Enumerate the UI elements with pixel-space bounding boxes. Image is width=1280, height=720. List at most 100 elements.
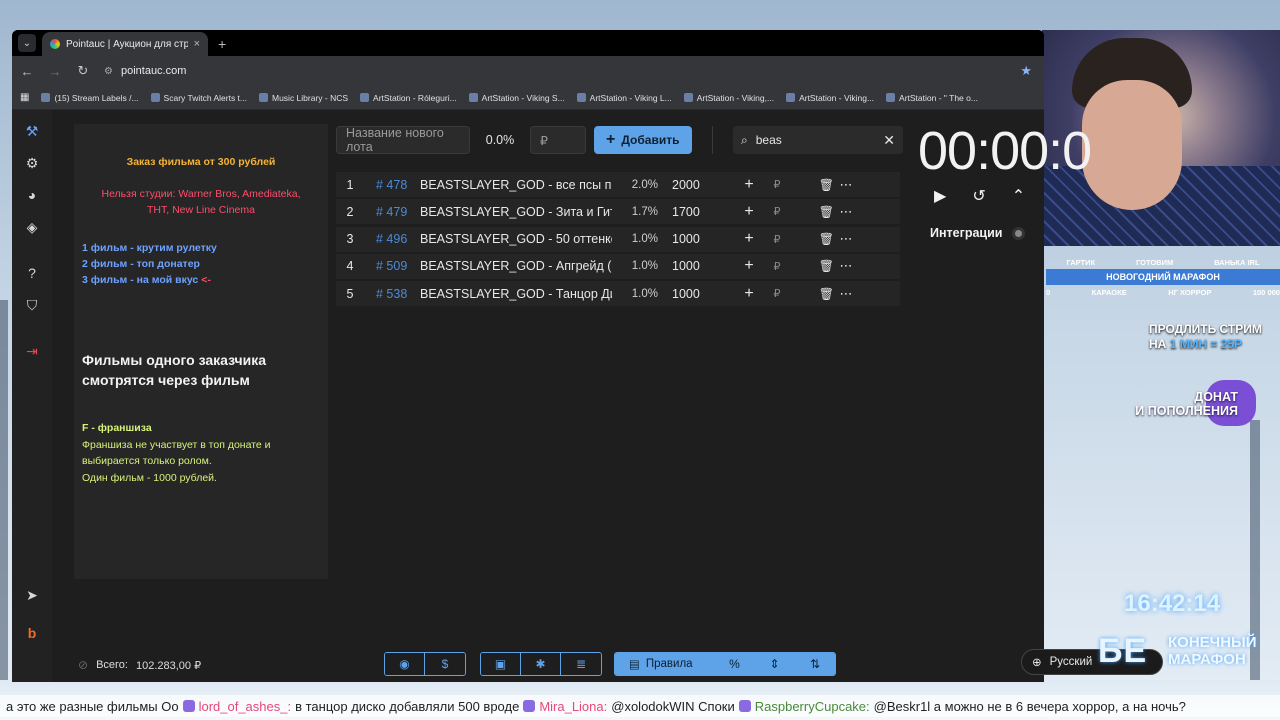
- stream-clock: 16:42:14: [1124, 590, 1221, 617]
- lot-name[interactable]: BEASTSLAYER_GOD - все псы по: [420, 178, 612, 192]
- more-icon[interactable]: ⋯: [834, 258, 858, 274]
- browser-window: ⌄ Pointauc | Аукцион для стрима × + ← → …: [12, 30, 1044, 682]
- hide-total-icon[interactable]: ⊘: [78, 658, 88, 672]
- globe-icon: ⊕: [1032, 657, 1042, 669]
- tab-search-button[interactable]: ⌄: [18, 34, 36, 52]
- amount-input[interactable]: ₽: [762, 287, 792, 300]
- rules-button[interactable]: ▤ Правила: [615, 653, 715, 675]
- emote-icon: [738, 700, 751, 712]
- rule-studios: Нельзя студии: Warner Bros, Amediateka, …: [101, 188, 301, 216]
- chevron-up-icon[interactable]: ⌃: [1012, 186, 1025, 206]
- forward-icon[interactable]: →: [48, 64, 62, 79]
- bookmark-item[interactable]: ArtStation - Viking S...: [468, 93, 565, 103]
- pointauc-favicon-icon: [50, 39, 60, 49]
- add-amount-icon[interactable]: +: [736, 203, 762, 221]
- apps-icon[interactable]: ▦: [20, 92, 29, 103]
- bookmark-item[interactable]: ArtStation - Róleguri...: [360, 93, 457, 103]
- tab-title: Pointauc | Аукцион для стрима: [66, 38, 188, 50]
- add-lot-button[interactable]: + Добавить: [594, 126, 692, 154]
- trash-icon[interactable]: 🗑: [792, 178, 834, 192]
- integrations-toggle[interactable]: Интеграции: [930, 226, 1026, 240]
- bookmark-favicon-icon: [41, 93, 51, 102]
- add-amount-icon[interactable]: +: [736, 285, 762, 303]
- bookmark-item[interactable]: (15) Stream Labels /...: [41, 93, 139, 103]
- add-amount-icon[interactable]: +: [736, 257, 762, 275]
- more-icon[interactable]: ⋯: [834, 231, 858, 247]
- play-icon[interactable]: ▶: [934, 186, 946, 206]
- settings-icon[interactable]: ⚙: [21, 152, 43, 174]
- bookmark-favicon-icon: [576, 93, 586, 102]
- lot-search-input[interactable]: ⌕ beas ✕: [733, 126, 903, 154]
- tab-close-icon[interactable]: ×: [194, 38, 200, 50]
- bookmark-item[interactable]: ArtStation - Viking L...: [576, 93, 672, 103]
- wheel-icon[interactable]: ◕: [21, 184, 43, 206]
- trash-icon[interactable]: 🗑: [792, 287, 834, 301]
- percent-icon[interactable]: %: [715, 653, 755, 675]
- bookmark-item[interactable]: ArtStation - Viking...: [786, 93, 874, 103]
- bookmark-favicon-icon: [259, 93, 268, 102]
- bookmark-item[interactable]: Scary Twitch Alerts t...: [150, 93, 247, 103]
- lot-row: 1 # 478 BEASTSLAYER_GOD - все псы по 2.0…: [336, 172, 900, 197]
- lot-name[interactable]: BEASTSLAYER_GOD - Зита и Гита: [420, 205, 612, 219]
- browser-tab[interactable]: Pointauc | Аукцион для стрима ×: [42, 32, 208, 56]
- bug-icon[interactable]: ✱: [521, 653, 561, 675]
- sort-icon[interactable]: ⇅: [795, 653, 835, 675]
- clear-search-icon[interactable]: ✕: [883, 132, 895, 149]
- address-bar[interactable]: ⚙ pointauc.com: [104, 65, 1006, 77]
- clear-list-icon[interactable]: ≣: [561, 653, 601, 675]
- reset-icon[interactable]: ↺: [972, 186, 985, 206]
- compress-icon[interactable]: ⇕: [755, 653, 795, 675]
- lot-name[interactable]: BEASTSLAYER_GOD - Танцор Ди: [420, 287, 612, 301]
- logout-icon[interactable]: ⇥: [21, 340, 43, 362]
- donate-badge: ДОНАТ И ПОПОЛНЕНИЯ: [1120, 380, 1260, 426]
- background-tree: [0, 300, 8, 680]
- add-amount-icon[interactable]: +: [736, 176, 762, 194]
- more-icon[interactable]: ⋯: [834, 177, 858, 193]
- gavel-icon[interactable]: ⚒: [21, 120, 43, 142]
- prolong-stream-label: ПРОДЛИТЬ СТРИМ НА 1 МИН = 25Р: [1149, 322, 1262, 351]
- lot-row: 3 # 496 BEASTSLAYER_GOD - 50 оттенков 1.…: [336, 226, 900, 252]
- bookmark-item[interactable]: Music Library - NCS: [259, 93, 348, 103]
- trash-icon[interactable]: 🗑: [792, 232, 834, 246]
- back-icon[interactable]: ←: [20, 64, 34, 79]
- rule-list-item: 3 фильм - на мой вкус <-: [82, 274, 211, 286]
- bookmark-favicon-icon: [886, 93, 896, 102]
- help-icon[interactable]: ?: [21, 262, 43, 284]
- boosty-icon[interactable]: b: [21, 622, 43, 644]
- shield-icon[interactable]: ⛉: [21, 294, 43, 316]
- site-info-icon[interactable]: ⚙: [104, 66, 113, 77]
- more-icon[interactable]: ⋯: [834, 286, 858, 302]
- save-icon[interactable]: ▣: [481, 653, 521, 675]
- add-amount-icon[interactable]: +: [736, 230, 762, 248]
- amount-input[interactable]: ₽: [762, 205, 792, 218]
- layers-icon[interactable]: ◈: [21, 216, 43, 238]
- new-tab-button[interactable]: +: [218, 36, 226, 52]
- reload-icon[interactable]: ↻: [76, 63, 90, 79]
- more-icon[interactable]: ⋯: [834, 204, 858, 220]
- new-lot-amount-input[interactable]: ₽: [530, 126, 586, 154]
- rule-franchise: F - франшиза Франшиза не участвует в топ…: [82, 422, 271, 484]
- new-lot-percent: 0.0%: [485, 133, 515, 147]
- lot-name[interactable]: BEASTSLAYER_GOD - Апгрейд (Г: [420, 259, 612, 273]
- dollar-icon[interactable]: $: [425, 653, 465, 675]
- amount-input[interactable]: ₽: [762, 260, 792, 273]
- bookmarks-bar: ▦ (15) Stream Labels /... Scary Twitch A…: [12, 86, 1044, 110]
- trash-icon[interactable]: 🗑: [792, 205, 834, 219]
- github-icon[interactable]: ◉: [385, 653, 425, 675]
- bookmark-item[interactable]: ArtStation - " The o...: [886, 93, 978, 103]
- amount-input[interactable]: ₽: [762, 233, 792, 246]
- nav-bar: ← → ↻ ⚙ pointauc.com ★: [12, 56, 1044, 86]
- new-lot-name-input[interactable]: Название нового лота: [336, 126, 470, 154]
- rule-list-item: 1 фильм - крутим рулетку: [82, 242, 217, 254]
- rule-heading: Фильмы одного заказчика смотрятся через …: [82, 352, 267, 388]
- toggle-switch[interactable]: [1012, 226, 1026, 240]
- timer-controls: ▶ ↺ ⌃: [934, 186, 1025, 206]
- lots-list: 1 # 478 BEASTSLAYER_GOD - все псы по 2.0…: [336, 172, 900, 308]
- amount-input[interactable]: ₽: [762, 178, 792, 191]
- bookmark-item[interactable]: ArtStation - Viking,...: [683, 93, 774, 103]
- marathon-logo: БЕ КОНЕЧНЫЙ МАРАФОН: [1098, 632, 1257, 670]
- bookmark-star-icon[interactable]: ★: [1020, 63, 1032, 79]
- telegram-icon[interactable]: ➤: [21, 584, 43, 606]
- lot-name[interactable]: BEASTSLAYER_GOD - 50 оттенков: [420, 232, 612, 246]
- trash-icon[interactable]: 🗑: [792, 259, 834, 273]
